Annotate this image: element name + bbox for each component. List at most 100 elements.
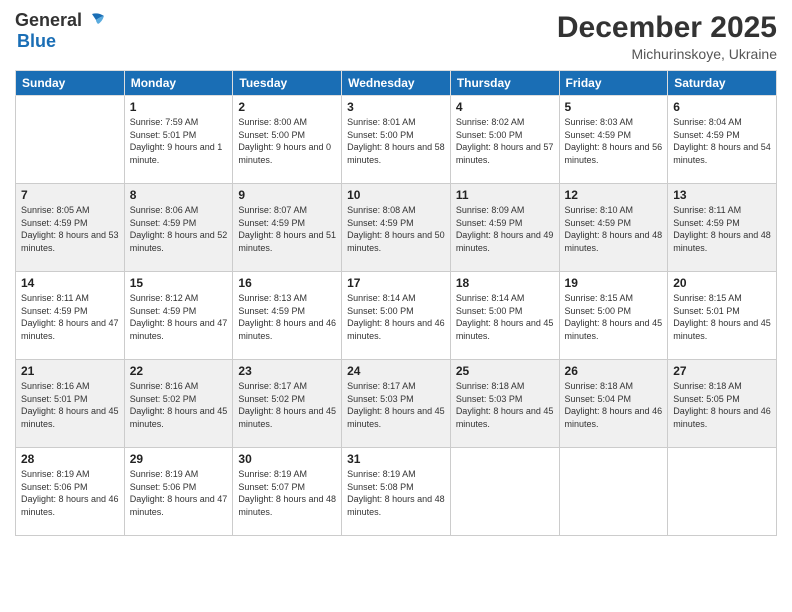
table-row: 12 Sunrise: 8:10 AMSunset: 4:59 PMDayligh…	[559, 184, 668, 272]
day-info: Sunrise: 8:00 AMSunset: 5:00 PMDaylight:…	[238, 116, 336, 166]
day-number: 4	[456, 100, 554, 114]
day-info: Sunrise: 8:08 AMSunset: 4:59 PMDaylight:…	[347, 204, 445, 254]
day-info: Sunrise: 8:07 AMSunset: 4:59 PMDaylight:…	[238, 204, 336, 254]
calendar-page: General Blue December 2025 Michurinskoye…	[0, 0, 792, 612]
day-number: 13	[673, 188, 771, 202]
day-number: 19	[565, 276, 663, 290]
header: General Blue December 2025 Michurinskoye…	[15, 10, 777, 62]
day-info: Sunrise: 8:06 AMSunset: 4:59 PMDaylight:…	[130, 204, 228, 254]
day-number: 30	[238, 452, 336, 466]
table-row	[668, 448, 777, 536]
day-info: Sunrise: 8:19 AMSunset: 5:06 PMDaylight:…	[21, 468, 119, 518]
logo-general-text: General	[15, 10, 82, 31]
day-info: Sunrise: 8:13 AMSunset: 4:59 PMDaylight:…	[238, 292, 336, 342]
calendar-week-row: 1 Sunrise: 7:59 AMSunset: 5:01 PMDaylight…	[16, 96, 777, 184]
day-number: 2	[238, 100, 336, 114]
day-info: Sunrise: 8:02 AMSunset: 5:00 PMDaylight:…	[456, 116, 554, 166]
logo: General Blue	[15, 10, 106, 52]
day-number: 23	[238, 364, 336, 378]
header-thursday: Thursday	[450, 71, 559, 96]
table-row: 27 Sunrise: 8:18 AMSunset: 5:05 PMDayligh…	[668, 360, 777, 448]
table-row: 30 Sunrise: 8:19 AMSunset: 5:07 PMDayligh…	[233, 448, 342, 536]
table-row: 23 Sunrise: 8:17 AMSunset: 5:02 PMDayligh…	[233, 360, 342, 448]
table-row: 19 Sunrise: 8:15 AMSunset: 5:00 PMDayligh…	[559, 272, 668, 360]
day-info: Sunrise: 8:18 AMSunset: 5:04 PMDaylight:…	[565, 380, 663, 430]
calendar-week-row: 21 Sunrise: 8:16 AMSunset: 5:01 PMDayligh…	[16, 360, 777, 448]
day-info: Sunrise: 8:01 AMSunset: 5:00 PMDaylight:…	[347, 116, 445, 166]
table-row: 18 Sunrise: 8:14 AMSunset: 5:00 PMDayligh…	[450, 272, 559, 360]
calendar-week-row: 14Sunrise: 8:11 AMSunset: 4:59 PMDayligh…	[16, 272, 777, 360]
day-number: 14	[21, 276, 119, 290]
day-number: 7	[21, 188, 119, 202]
day-number: 8	[130, 188, 228, 202]
day-number: 21	[21, 364, 119, 378]
table-row: 14Sunrise: 8:11 AMSunset: 4:59 PMDayligh…	[16, 272, 125, 360]
day-number: 20	[673, 276, 771, 290]
day-info: Sunrise: 8:18 AMSunset: 5:05 PMDaylight:…	[673, 380, 771, 430]
calendar-header-row: Sunday Monday Tuesday Wednesday Thursday…	[16, 71, 777, 96]
day-info: Sunrise: 8:09 AMSunset: 4:59 PMDaylight:…	[456, 204, 554, 254]
day-info: Sunrise: 8:17 AMSunset: 5:02 PMDaylight:…	[238, 380, 336, 430]
day-info: Sunrise: 8:17 AMSunset: 5:03 PMDaylight:…	[347, 380, 445, 430]
day-info: Sunrise: 8:15 AMSunset: 5:01 PMDaylight:…	[673, 292, 771, 342]
header-monday: Monday	[124, 71, 233, 96]
table-row: 13 Sunrise: 8:11 AMSunset: 4:59 PMDayligh…	[668, 184, 777, 272]
day-number: 12	[565, 188, 663, 202]
table-row: 1 Sunrise: 7:59 AMSunset: 5:01 PMDaylight…	[124, 96, 233, 184]
table-row: 29 Sunrise: 8:19 AMSunset: 5:06 PMDayligh…	[124, 448, 233, 536]
table-row: 25 Sunrise: 8:18 AMSunset: 5:03 PMDayligh…	[450, 360, 559, 448]
day-number: 15	[130, 276, 228, 290]
table-row: 4 Sunrise: 8:02 AMSunset: 5:00 PMDaylight…	[450, 96, 559, 184]
day-info: Sunrise: 8:11 AMSunset: 4:59 PMDaylight:…	[673, 204, 771, 254]
table-row: 26 Sunrise: 8:18 AMSunset: 5:04 PMDayligh…	[559, 360, 668, 448]
table-row	[450, 448, 559, 536]
day-number: 26	[565, 364, 663, 378]
day-info: Sunrise: 8:19 AMSunset: 5:08 PMDaylight:…	[347, 468, 445, 518]
title-block: December 2025 Michurinskoye, Ukraine	[557, 10, 777, 62]
calendar-week-row: 7 Sunrise: 8:05 AMSunset: 4:59 PMDaylight…	[16, 184, 777, 272]
day-info: Sunrise: 7:59 AMSunset: 5:01 PMDaylight:…	[130, 116, 228, 166]
day-number: 31	[347, 452, 445, 466]
table-row: 16 Sunrise: 8:13 AMSunset: 4:59 PMDayligh…	[233, 272, 342, 360]
table-row: 9 Sunrise: 8:07 AMSunset: 4:59 PMDaylight…	[233, 184, 342, 272]
day-number: 27	[673, 364, 771, 378]
day-number: 25	[456, 364, 554, 378]
day-number: 3	[347, 100, 445, 114]
day-number: 10	[347, 188, 445, 202]
logo-blue-text: Blue	[17, 31, 56, 52]
table-row: 8 Sunrise: 8:06 AMSunset: 4:59 PMDaylight…	[124, 184, 233, 272]
day-info: Sunrise: 8:18 AMSunset: 5:03 PMDaylight:…	[456, 380, 554, 430]
day-info: Sunrise: 8:12 AMSunset: 4:59 PMDaylight:…	[130, 292, 228, 342]
header-wednesday: Wednesday	[342, 71, 451, 96]
day-number: 9	[238, 188, 336, 202]
table-row: 31 Sunrise: 8:19 AMSunset: 5:08 PMDayligh…	[342, 448, 451, 536]
day-number: 17	[347, 276, 445, 290]
day-number: 28	[21, 452, 119, 466]
day-info: Sunrise: 8:03 AMSunset: 4:59 PMDaylight:…	[565, 116, 663, 166]
header-saturday: Saturday	[668, 71, 777, 96]
day-number: 1	[130, 100, 228, 114]
day-number: 29	[130, 452, 228, 466]
day-info: Sunrise: 8:15 AMSunset: 5:00 PMDaylight:…	[565, 292, 663, 342]
table-row: 20 Sunrise: 8:15 AMSunset: 5:01 PMDayligh…	[668, 272, 777, 360]
day-info: Sunrise: 8:14 AMSunset: 5:00 PMDaylight:…	[456, 292, 554, 342]
day-info: Sunrise: 8:16 AMSunset: 5:02 PMDaylight:…	[130, 380, 228, 430]
table-row: 21 Sunrise: 8:16 AMSunset: 5:01 PMDayligh…	[16, 360, 125, 448]
table-row: 10 Sunrise: 8:08 AMSunset: 4:59 PMDayligh…	[342, 184, 451, 272]
table-row: 2 Sunrise: 8:00 AMSunset: 5:00 PMDaylight…	[233, 96, 342, 184]
day-number: 5	[565, 100, 663, 114]
table-row: 24 Sunrise: 8:17 AMSunset: 5:03 PMDayligh…	[342, 360, 451, 448]
day-info: Sunrise: 8:19 AMSunset: 5:06 PMDaylight:…	[130, 468, 228, 518]
day-info: Sunrise: 8:05 AMSunset: 4:59 PMDaylight:…	[21, 204, 119, 254]
month-title: December 2025	[557, 10, 777, 46]
day-number: 16	[238, 276, 336, 290]
table-row	[559, 448, 668, 536]
calendar-week-row: 28 Sunrise: 8:19 AMSunset: 5:06 PMDayligh…	[16, 448, 777, 536]
calendar-table: Sunday Monday Tuesday Wednesday Thursday…	[15, 70, 777, 536]
day-number: 18	[456, 276, 554, 290]
day-number: 24	[347, 364, 445, 378]
day-info: Sunrise: 8:16 AMSunset: 5:01 PMDaylight:…	[21, 380, 119, 430]
day-info: Sunrise: 8:10 AMSunset: 4:59 PMDaylight:…	[565, 204, 663, 254]
day-info: Sunrise: 8:19 AMSunset: 5:07 PMDaylight:…	[238, 468, 336, 518]
day-number: 22	[130, 364, 228, 378]
